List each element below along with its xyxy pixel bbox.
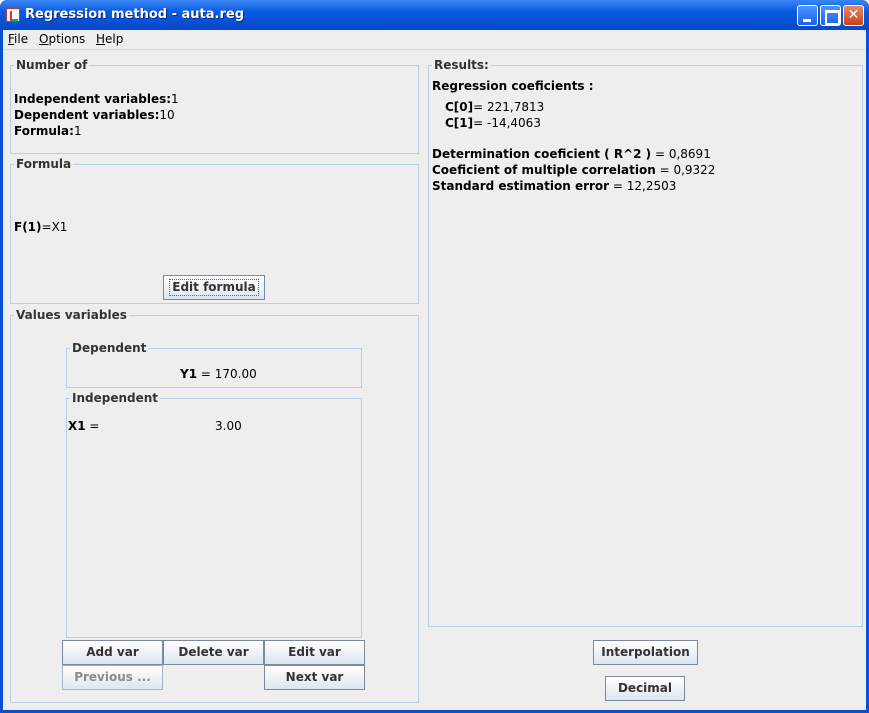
next-var-button[interactable]: Next var	[264, 665, 365, 690]
formula-row: F(1)=X1	[14, 220, 67, 234]
title-bar[interactable]: Regression method - auta.reg	[0, 0, 869, 30]
dependent-var-name: Y1	[180, 367, 198, 381]
dependent-value-row: Y1 = 170.00	[180, 367, 257, 381]
formula-count-label: Formula:	[14, 124, 74, 138]
independent-var-value[interactable]: 3.00	[215, 419, 242, 433]
determination-value: = 0,8691	[651, 147, 711, 161]
add-var-button[interactable]: Add var	[62, 640, 163, 665]
edit-formula-label: Edit formula	[169, 279, 259, 296]
coefficient-c1-value: = -14,4063	[473, 116, 541, 130]
close-button[interactable]	[843, 5, 864, 26]
correlation-value: = 0,9322	[655, 163, 716, 177]
dependent-var-value: = 170.00	[197, 367, 257, 381]
values-variables-legend: Values variables	[14, 308, 129, 322]
formula-legend: Formula	[14, 157, 74, 171]
values-variables-panel: Values variables Dependent Y1 = 170.00 I…	[10, 308, 419, 703]
formula-name: F(1)	[14, 220, 42, 234]
dependent-count-label: Dependent variables:	[14, 108, 160, 122]
determination-label: Determination coeficient ( R^2 )	[432, 147, 652, 161]
independent-count-row: Independent variables:1	[14, 92, 179, 106]
formula-count-value: 1	[73, 124, 82, 138]
maximize-button[interactable]	[820, 5, 841, 26]
menu-file[interactable]: File	[8, 32, 28, 46]
dependent-count-row: Dependent variables:10	[14, 108, 175, 122]
edit-formula-button[interactable]: Edit formula	[163, 275, 265, 300]
determination-row: Determination coeficient ( R^2 ) = 0,869…	[432, 147, 711, 161]
coefficient-c1-row: C[1]= -14,4063	[445, 116, 541, 130]
menu-bar: File Options Help	[3, 30, 866, 50]
coefficient-c0-row: C[0]= 221,7813	[445, 100, 544, 114]
independent-count-value: 1	[171, 92, 179, 106]
menu-help-label: elp	[105, 32, 124, 46]
window-title: Regression method - auta.reg	[25, 7, 245, 22]
menu-help-mnemonic: H	[96, 32, 106, 46]
dependent-legend: Dependent	[70, 341, 149, 355]
minimize-button[interactable]	[797, 5, 818, 26]
formula-panel: Formula F(1)=X1 Edit formula	[10, 157, 419, 304]
results-panel: Results: Regression coeficients : C[0]= …	[428, 58, 863, 627]
coefficient-c0-label: C[0]	[445, 100, 474, 114]
formula-count-row: Formula:1	[14, 124, 82, 138]
results-legend: Results:	[432, 58, 491, 72]
dependent-panel: Dependent Y1 = 170.00	[66, 341, 362, 388]
decimal-button[interactable]: Decimal	[605, 676, 685, 701]
java-app-icon[interactable]	[6, 8, 20, 22]
coefficient-c1-label: C[1]	[445, 116, 474, 130]
previous-var-button[interactable]: Previous ...	[62, 665, 163, 690]
correlation-label: Coeficient of multiple correlation	[432, 163, 656, 177]
interpolation-button[interactable]: Interpolation	[593, 640, 698, 665]
formula-expression: =X1	[41, 220, 68, 234]
correlation-row: Coeficient of multiple correlation = 0,9…	[432, 163, 715, 177]
menu-help[interactable]: Help	[96, 32, 123, 46]
coefficients-heading: Regression coeficients :	[432, 79, 594, 93]
independent-count-label: Independent variables:	[14, 92, 172, 106]
independent-panel: Independent X1 = 3.00	[66, 391, 362, 638]
independent-var-row: X1 =	[68, 419, 99, 433]
menu-file-label: ile	[14, 32, 29, 46]
number-of-panel: Number of Independent variables:1 Depend…	[10, 58, 419, 154]
window-content: File Options Help Number of Independent …	[3, 30, 866, 710]
edit-var-button[interactable]: Edit var	[264, 640, 365, 665]
independent-var-name: X1	[68, 419, 86, 433]
coefficient-c0-value: = 221,7813	[473, 100, 545, 114]
menu-options-label: ptions	[48, 32, 86, 46]
number-of-legend: Number of	[14, 58, 90, 72]
estimation-error-row: Standard estimation error = 12,2503	[432, 179, 676, 193]
independent-legend: Independent	[70, 391, 161, 405]
estimation-error-value: = 12,2503	[609, 179, 677, 193]
delete-var-button[interactable]: Delete var	[163, 640, 264, 665]
estimation-error-label: Standard estimation error	[432, 179, 610, 193]
application-window: Regression method - auta.reg File Option…	[0, 0, 869, 713]
menu-options[interactable]: Options	[39, 32, 85, 46]
dependent-count-value: 10	[159, 108, 175, 122]
independent-var-equals: =	[85, 419, 100, 433]
